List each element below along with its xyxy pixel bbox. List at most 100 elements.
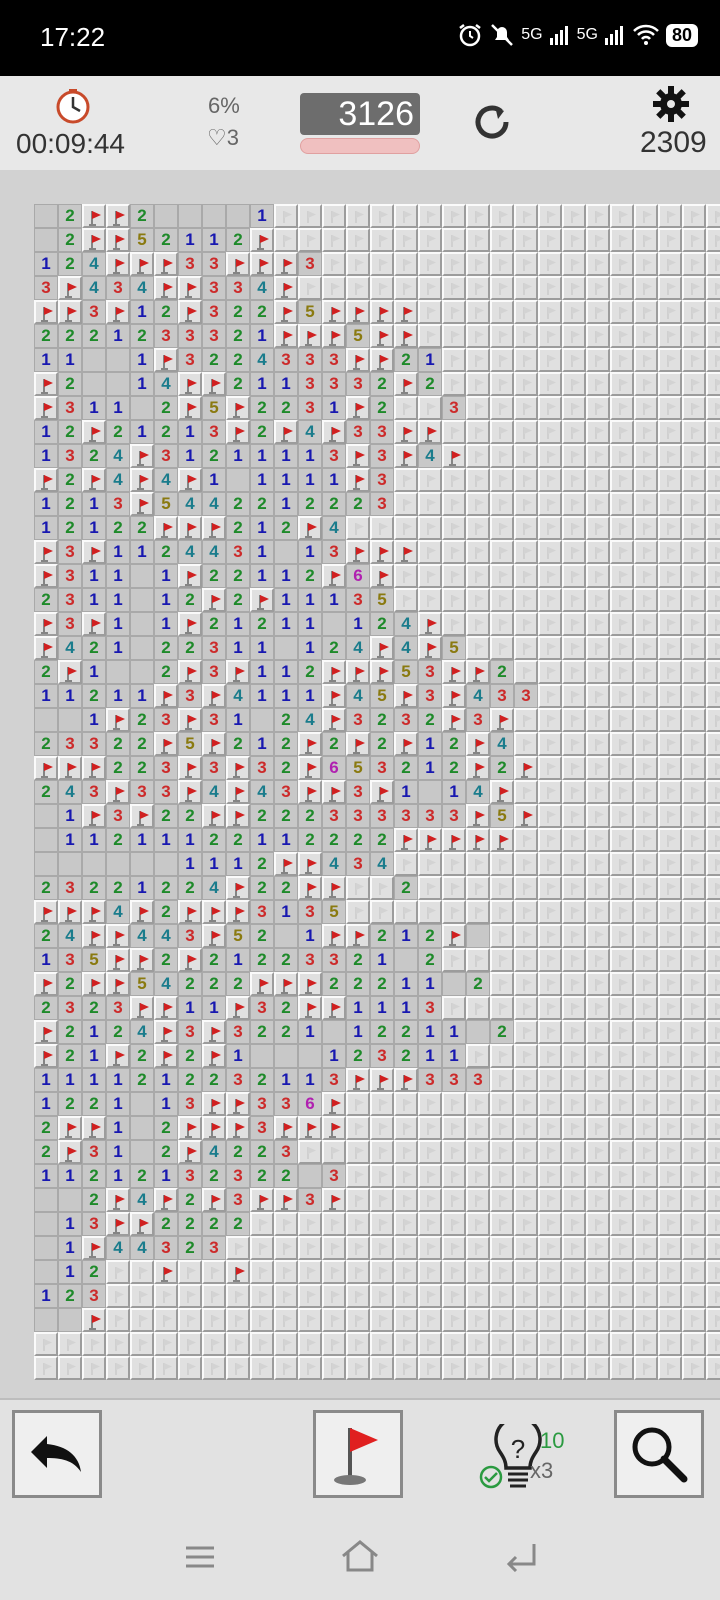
cell-closed[interactable]: [658, 1116, 682, 1140]
cell-number[interactable]: 3: [298, 348, 322, 372]
cell-flagged[interactable]: [154, 276, 178, 300]
cell-number[interactable]: 2: [274, 948, 298, 972]
cell-flagged[interactable]: [322, 996, 346, 1020]
cell-flagged[interactable]: [394, 732, 418, 756]
cell-flagged[interactable]: [58, 276, 82, 300]
cell-number[interactable]: 3: [394, 804, 418, 828]
cell-closed[interactable]: [586, 516, 610, 540]
cell-number[interactable]: 3: [346, 372, 370, 396]
cell-closed[interactable]: [322, 1356, 346, 1380]
cell-flagged[interactable]: [274, 252, 298, 276]
cell-closed[interactable]: [442, 1140, 466, 1164]
cell-number[interactable]: 2: [34, 732, 58, 756]
cell-closed[interactable]: [586, 300, 610, 324]
cell-closed[interactable]: [346, 1356, 370, 1380]
cell-closed[interactable]: [682, 972, 706, 996]
cell-number[interactable]: 1: [130, 348, 154, 372]
cell-closed[interactable]: [466, 1308, 490, 1332]
cell-empty[interactable]: [130, 636, 154, 660]
cell-closed[interactable]: [538, 540, 562, 564]
cell-number[interactable]: 4: [154, 972, 178, 996]
cell-number[interactable]: 1: [34, 1284, 58, 1308]
cell-flagged[interactable]: [394, 540, 418, 564]
cell-empty[interactable]: [154, 852, 178, 876]
cell-number[interactable]: 3: [202, 660, 226, 684]
cell-flagged[interactable]: [82, 972, 106, 996]
cell-closed[interactable]: [466, 444, 490, 468]
cell-number[interactable]: 3: [202, 276, 226, 300]
cell-closed[interactable]: [322, 204, 346, 228]
cell-number[interactable]: 1: [178, 996, 202, 1020]
cell-number[interactable]: 2: [130, 708, 154, 732]
cell-closed[interactable]: [562, 612, 586, 636]
cell-closed[interactable]: [586, 1212, 610, 1236]
cell-closed[interactable]: [466, 876, 490, 900]
cell-closed[interactable]: [682, 780, 706, 804]
cell-number[interactable]: 1: [58, 1164, 82, 1188]
cell-closed[interactable]: [514, 900, 538, 924]
cell-number[interactable]: 1: [298, 636, 322, 660]
cell-number[interactable]: 1: [82, 1068, 106, 1092]
cell-closed[interactable]: [586, 924, 610, 948]
cell-closed[interactable]: [418, 540, 442, 564]
cell-number[interactable]: 2: [322, 972, 346, 996]
cell-closed[interactable]: [274, 1332, 298, 1356]
cell-closed[interactable]: [682, 444, 706, 468]
cell-closed[interactable]: [706, 684, 720, 708]
cell-closed[interactable]: [610, 996, 634, 1020]
cell-closed[interactable]: [634, 204, 658, 228]
cell-closed[interactable]: [514, 564, 538, 588]
cell-closed[interactable]: [586, 1236, 610, 1260]
cell-flagged[interactable]: [226, 1260, 250, 1284]
cell-closed[interactable]: [466, 1092, 490, 1116]
cell-number[interactable]: 1: [106, 1164, 130, 1188]
cell-number[interactable]: 2: [58, 420, 82, 444]
cell-closed[interactable]: [538, 732, 562, 756]
cell-closed[interactable]: [706, 900, 720, 924]
cell-closed[interactable]: [610, 924, 634, 948]
cell-closed[interactable]: [682, 612, 706, 636]
cell-number[interactable]: 3: [106, 804, 130, 828]
cell-number[interactable]: 2: [274, 1164, 298, 1188]
cell-number[interactable]: 2: [130, 1068, 154, 1092]
cell-empty[interactable]: [442, 972, 466, 996]
cell-number[interactable]: 2: [490, 756, 514, 780]
cell-number[interactable]: 1: [298, 444, 322, 468]
cell-closed[interactable]: [490, 876, 514, 900]
cell-flagged[interactable]: [154, 516, 178, 540]
cell-closed[interactable]: [610, 1044, 634, 1068]
cell-closed[interactable]: [514, 492, 538, 516]
cell-flagged[interactable]: [274, 972, 298, 996]
cell-closed[interactable]: [682, 396, 706, 420]
cell-number[interactable]: 1: [202, 228, 226, 252]
cell-closed[interactable]: [658, 660, 682, 684]
cell-closed[interactable]: [490, 276, 514, 300]
cell-number[interactable]: 2: [250, 804, 274, 828]
cell-closed[interactable]: [538, 1356, 562, 1380]
cell-closed[interactable]: [610, 1284, 634, 1308]
cell-flagged[interactable]: [418, 612, 442, 636]
cell-flagged[interactable]: [202, 588, 226, 612]
cell-closed[interactable]: [706, 1140, 720, 1164]
cell-closed[interactable]: [586, 228, 610, 252]
cell-closed[interactable]: [658, 1044, 682, 1068]
cell-closed[interactable]: [538, 372, 562, 396]
cell-closed[interactable]: [706, 564, 720, 588]
cell-closed[interactable]: [346, 1284, 370, 1308]
cell-closed[interactable]: [490, 612, 514, 636]
cell-number[interactable]: 2: [490, 1020, 514, 1044]
cell-number[interactable]: 2: [226, 1212, 250, 1236]
cell-number[interactable]: 1: [106, 1092, 130, 1116]
cell-number[interactable]: 1: [82, 1044, 106, 1068]
cell-closed[interactable]: [442, 1332, 466, 1356]
cell-empty[interactable]: [34, 828, 58, 852]
cell-number[interactable]: 1: [154, 612, 178, 636]
cell-flagged[interactable]: [226, 1116, 250, 1140]
cell-number[interactable]: 1: [130, 300, 154, 324]
cell-empty[interactable]: [34, 708, 58, 732]
cell-closed[interactable]: [634, 1260, 658, 1284]
cell-closed[interactable]: [466, 324, 490, 348]
cell-closed[interactable]: [634, 876, 658, 900]
cell-number[interactable]: 1: [202, 852, 226, 876]
cell-closed[interactable]: [466, 396, 490, 420]
